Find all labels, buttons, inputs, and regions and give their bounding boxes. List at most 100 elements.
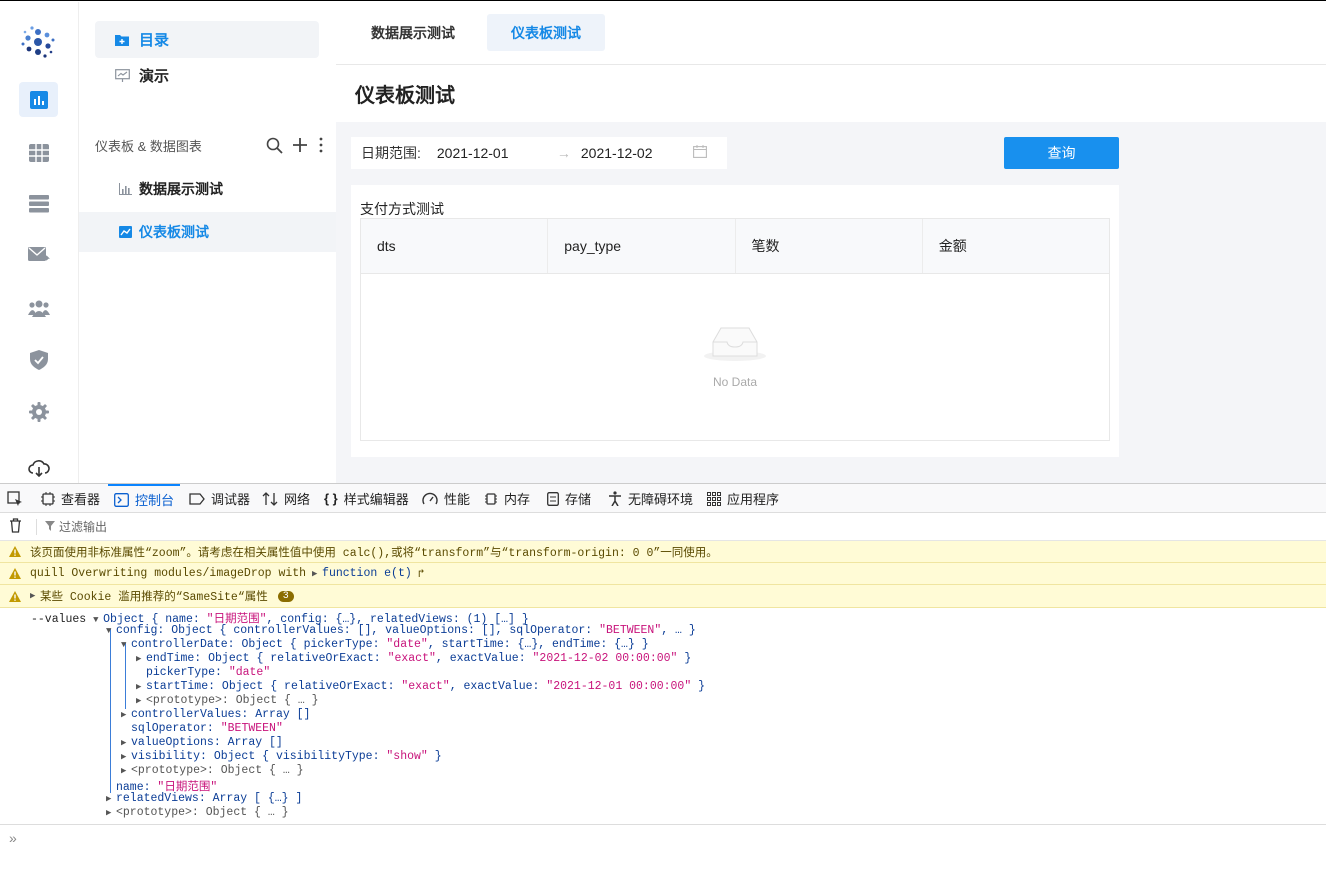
trash-icon[interactable] xyxy=(9,517,22,536)
empty-text: No Data xyxy=(712,375,758,389)
tab-console[interactable]: 控制台 xyxy=(108,484,181,513)
warning-text: quill Overwriting modules/imageDrop with xyxy=(30,567,307,580)
accessibility-icon xyxy=(608,491,622,506)
console-tree-node[interactable]: ▶ <prototype>: Object { … } xyxy=(136,694,319,707)
list-icon[interactable] xyxy=(19,186,58,221)
column-header[interactable]: 金额 xyxy=(923,219,1109,273)
query-button[interactable]: 查询 xyxy=(1004,137,1119,169)
tree-item-data-display-test[interactable]: 数据展示测试 xyxy=(79,169,336,209)
gauge-icon xyxy=(422,492,438,506)
tab-style-editor[interactable]: { } 样式编辑器 xyxy=(324,484,409,513)
navigation-tree: 目录 演示 仪表板 & 数据图表 数据展示测试 仪表板测试 xyxy=(79,2,336,483)
grid-icon xyxy=(707,491,721,506)
tree-item-dashboard-test[interactable]: 仪表板测试 xyxy=(79,212,336,252)
tab-label: 无障碍环境 xyxy=(628,492,694,507)
tab-accessibility[interactable]: 无障碍环境 xyxy=(608,484,693,513)
search-icon[interactable] xyxy=(266,137,283,154)
tree-item-label: 目录 xyxy=(139,32,170,49)
tab-label: 查看器 xyxy=(61,492,101,507)
warning-message: ▶ 某些 Cookie 滥用推荐的“SameSite“属性 3 xyxy=(0,585,1326,608)
console-tree-node[interactable]: ▶ controllerValues: Array [] xyxy=(121,708,310,721)
date-range-filter: 日期范围: 2021-12-01 → 2021-12-02 xyxy=(351,137,727,169)
column-header[interactable]: pay_type xyxy=(548,219,736,273)
tab-memory[interactable]: 内存 xyxy=(484,484,530,513)
tab-label: 调试器 xyxy=(211,492,251,507)
tab-label: 网络 xyxy=(284,492,311,507)
console-tree-node[interactable]: ▶ <prototype>: Object { … } xyxy=(106,806,289,819)
inspector-icon xyxy=(41,491,55,506)
jump-icon[interactable]: ↱ xyxy=(418,566,425,581)
calendar-icon[interactable] xyxy=(692,145,707,161)
tab-dashboard-test[interactable]: 仪表板测试 xyxy=(487,14,605,51)
column-header[interactable]: 笔数 xyxy=(736,219,923,273)
tree-item-label: 演示 xyxy=(139,68,170,85)
mail-icon[interactable] xyxy=(19,237,58,272)
more-vertical-icon[interactable] xyxy=(317,137,325,153)
warning-icon xyxy=(0,546,30,557)
warning-message: 该页面使用非标准属性“zoom”。请考虑在相关属性值中使用 calc(),或将“… xyxy=(0,541,1326,563)
column-header[interactable]: dts xyxy=(361,219,549,273)
chip-icon xyxy=(484,492,498,506)
console-tree-node[interactable]: ▶ visibility: Object { visibilityType: "s… xyxy=(121,750,442,763)
logo-icon[interactable] xyxy=(20,24,56,60)
tree-item-demo[interactable]: 演示 xyxy=(95,57,319,94)
card-title: 支付方式测试 xyxy=(360,201,444,217)
network-icon xyxy=(262,491,278,506)
icon-rail xyxy=(0,2,79,483)
console-tree-node: pickerType: "date" xyxy=(146,666,271,679)
tab-network[interactable]: 网络 xyxy=(262,484,310,513)
tab-label: 存储 xyxy=(565,492,592,507)
braces-icon: { } xyxy=(324,491,338,506)
end-date-input[interactable]: 2021-12-02 xyxy=(581,145,693,161)
debugger-icon xyxy=(189,492,205,505)
shield-icon[interactable] xyxy=(19,342,58,377)
expand-triangle-icon[interactable]: ▶ xyxy=(312,569,322,579)
console-tree-node[interactable]: ▶ startTime: Object { relativeOrExact: "e… xyxy=(136,680,705,693)
console-tree-node[interactable]: ▶ valueOptions: Array [] xyxy=(121,736,283,749)
tab-performance[interactable]: 性能 xyxy=(422,484,470,513)
page-title: 仪表板测试 xyxy=(336,65,1326,122)
tab-storage[interactable]: 存储 xyxy=(547,484,591,513)
element-picker-icon[interactable] xyxy=(7,484,23,513)
tab-debugger[interactable]: 调试器 xyxy=(189,484,250,513)
filter-input[interactable]: 过滤输出 xyxy=(59,518,107,535)
console-filter-bar: 过滤输出 xyxy=(0,513,1326,541)
cloud-download-icon[interactable] xyxy=(19,454,58,482)
console-input[interactable]: » xyxy=(0,824,1326,850)
date-range-label: 日期范围: xyxy=(361,145,421,161)
tree-item-catalog[interactable]: 目录 xyxy=(95,21,319,58)
console-icon xyxy=(114,492,129,507)
tab-label: 内存 xyxy=(504,492,531,507)
function-link[interactable]: function e(t) xyxy=(322,567,412,580)
tab-label: 控制台 xyxy=(135,493,175,508)
bar-chart-icon xyxy=(119,183,135,195)
payment-method-card: 支付方式测试 dts pay_type 笔数 金额 No Data xyxy=(351,185,1119,457)
expand-triangle-icon[interactable]: ▶ xyxy=(30,591,40,601)
prompt-chevron-icon: » xyxy=(9,829,17,846)
console-tree-node[interactable]: ▶ <prototype>: Object { … } xyxy=(121,764,304,777)
tab-inspector[interactable]: 查看器 xyxy=(41,484,100,513)
add-icon[interactable] xyxy=(292,137,308,153)
tab-application[interactable]: 应用程序 xyxy=(707,484,779,513)
console-tree-node[interactable]: ▼ config: Object { controllerValues: [], … xyxy=(106,624,696,637)
console-tree-node[interactable]: ▶ endTime: Object { relativeOrExact: "exa… xyxy=(136,652,691,665)
console-tree-node[interactable]: ▼ controllerDate: Object { pickerType: "d… xyxy=(121,638,649,651)
table-icon[interactable] xyxy=(19,135,58,170)
section-title: 仪表板 & 数据图表 xyxy=(95,138,202,154)
console-tree-node: sqlOperator: "BETWEEN" xyxy=(131,722,283,735)
folder-plus-icon xyxy=(115,34,133,46)
table-header: dts pay_type 笔数 金额 xyxy=(361,219,1109,274)
gear-icon[interactable] xyxy=(19,394,58,429)
devtools-toolbar: 查看器 控制台 调试器 网络 { } 样式编辑器 性能 内存 存储 无障碍环境 应… xyxy=(0,484,1326,513)
tree-item-label: 仪表板测试 xyxy=(139,224,209,240)
tab-bar: 数据展示测试 仪表板测试 xyxy=(336,2,1326,65)
tab-label: 样式编辑器 xyxy=(343,492,409,507)
main-content: 数据展示测试 仪表板测试 仪表板测试 日期范围: 2021-12-01 → 20… xyxy=(336,2,1326,483)
start-date-input[interactable]: 2021-12-01 xyxy=(437,145,547,161)
console-tree-node[interactable]: ▶ relatedViews: Array [ {…} ] xyxy=(106,792,302,805)
tab-data-display-test[interactable]: 数据展示测试 xyxy=(353,14,473,51)
dashboard-icon[interactable] xyxy=(19,82,58,117)
users-icon[interactable] xyxy=(19,290,58,325)
app-window: 目录 演示 仪表板 & 数据图表 数据展示测试 仪表板测试 数据展示测试 仪表板… xyxy=(0,0,1326,876)
tab-label: 应用程序 xyxy=(727,492,780,507)
